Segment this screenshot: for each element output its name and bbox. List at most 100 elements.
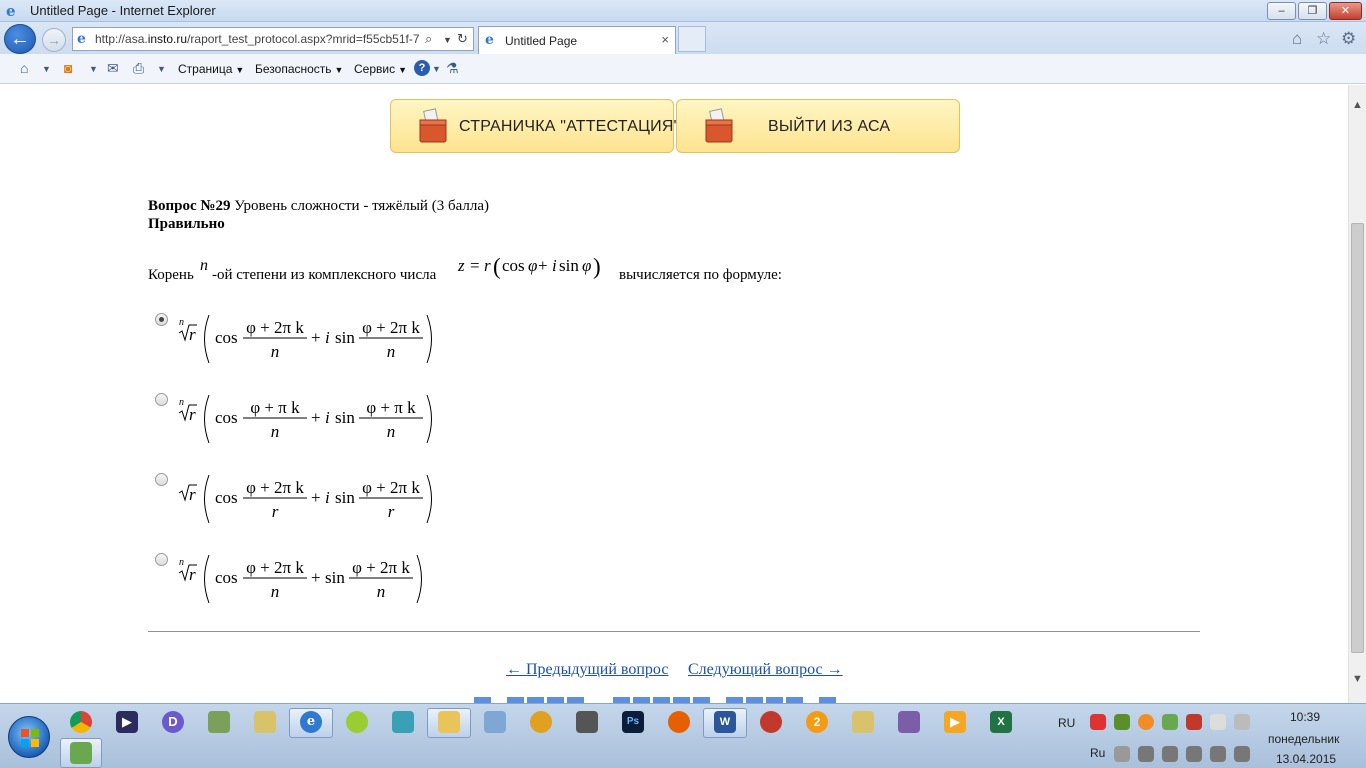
maximize-button[interactable]: ❐ bbox=[1298, 2, 1327, 20]
tray-pen-icon[interactable] bbox=[1234, 714, 1250, 730]
speaker-icon[interactable] bbox=[484, 711, 506, 733]
record-icon[interactable] bbox=[760, 711, 782, 733]
media-player-icon[interactable]: ▶ bbox=[116, 711, 138, 733]
ballot-box-icon bbox=[419, 108, 447, 143]
next-question-link[interactable]: Следующий вопрос → bbox=[688, 661, 843, 679]
dropdown-chevron-icon[interactable]: ▼ bbox=[42, 64, 51, 74]
notes-icon[interactable] bbox=[254, 711, 276, 733]
search-icon[interactable]: ⌕ bbox=[425, 31, 432, 47]
svg-text:+: + bbox=[538, 256, 548, 275]
sin-function: sin bbox=[325, 568, 345, 587]
close-button[interactable]: ✕ bbox=[1329, 2, 1362, 20]
tray-notepad-icon[interactable] bbox=[1210, 714, 1226, 730]
right-paren bbox=[426, 474, 432, 524]
exit-asa-button[interactable]: ВЫЙТИ ИЗ АСА bbox=[676, 99, 960, 153]
minimize-button[interactable]: – bbox=[1267, 2, 1296, 20]
tray-display-icon[interactable] bbox=[1138, 746, 1154, 762]
scrollbar-thumb[interactable] bbox=[1351, 223, 1364, 653]
print-icon[interactable]: ⎙ bbox=[133, 60, 144, 77]
option-3-radio[interactable] bbox=[155, 473, 168, 486]
counter-icon[interactable]: 2 bbox=[806, 711, 828, 733]
home-icon[interactable]: ⌂ bbox=[1292, 29, 1302, 49]
daemon-tools-icon[interactable]: D bbox=[162, 711, 184, 733]
clock-date[interactable]: 13.04.2015 bbox=[1276, 752, 1336, 766]
vertical-scrollbar[interactable]: ▲ ▼ bbox=[1348, 85, 1366, 703]
window-app-icon[interactable] bbox=[392, 711, 414, 733]
option-4-radio[interactable] bbox=[155, 553, 168, 566]
calculator-icon[interactable] bbox=[852, 711, 874, 733]
command-bar: ⌂ ▼ ◙ ▼ ✉ ⎙ ▼ Страница ▼ Безопасность ▼ Се… bbox=[0, 54, 1366, 84]
option-1-radio[interactable] bbox=[155, 313, 168, 326]
tray-minecraft-icon[interactable] bbox=[1162, 714, 1178, 730]
difficulty-level: Уровень сложности - тяжёлый (3 балла) bbox=[234, 198, 489, 214]
answer-option-2[interactable]: n r cos φ + π k n + i sin φ + π kn bbox=[155, 391, 455, 447]
tray-antivirus-icon[interactable] bbox=[1090, 714, 1106, 730]
fraction-denominator: n bbox=[377, 582, 386, 601]
start-button[interactable] bbox=[8, 716, 50, 758]
settings-gear-icon[interactable]: ⚙ bbox=[1341, 29, 1356, 49]
dropdown-chevron-icon[interactable]: ▼ bbox=[157, 64, 166, 74]
previous-question-link[interactable]: ← Предыдущий вопрос bbox=[506, 661, 668, 679]
address-bar[interactable]: e http://asa.insto.ru/raport_test_protoc… bbox=[72, 27, 474, 51]
page-menu[interactable]: Страница ▼ bbox=[178, 62, 244, 76]
chrome-icon[interactable] bbox=[70, 711, 92, 733]
rss-feed-icon[interactable]: ◙ bbox=[64, 60, 72, 76]
tray-tool-icon[interactable] bbox=[1186, 714, 1202, 730]
wifi-icon[interactable] bbox=[346, 711, 368, 733]
window-title-bar: e Untitled Page - Internet Explorer – ❐ … bbox=[0, 0, 1366, 22]
favorites-star-icon[interactable]: ☆ bbox=[1316, 29, 1331, 49]
language-indicator-top[interactable]: RU bbox=[1058, 716, 1075, 730]
cos-function: cos bbox=[215, 488, 238, 507]
excel-icon[interactable]: X bbox=[990, 711, 1012, 733]
dropdown-chevron-icon[interactable]: ▼ bbox=[89, 64, 98, 74]
android-icon[interactable] bbox=[208, 711, 230, 733]
avast-icon[interactable] bbox=[530, 711, 552, 733]
attestation-page-button[interactable]: СТРАНИЧКА "АТТЕСТАЦИЯ" bbox=[390, 99, 679, 153]
video-player-icon[interactable]: ▶ bbox=[944, 711, 966, 733]
answer-option-4[interactable]: n r cos φ + 2π k n + sin φ + 2π kn bbox=[155, 551, 455, 607]
firefox-icon[interactable] bbox=[668, 711, 690, 733]
help-icon[interactable]: ? bbox=[414, 60, 430, 76]
home-icon[interactable]: ⌂ bbox=[20, 60, 28, 76]
dropdown-chevron-icon[interactable]: ▼ bbox=[443, 35, 452, 45]
safety-menu[interactable]: Безопасность ▼ bbox=[255, 62, 343, 76]
clock-weekday[interactable]: понедельник bbox=[1268, 732, 1339, 746]
navigation-bar: ← → e http://asa.insto.ru/raport_test_pr… bbox=[0, 22, 1366, 54]
cos-function: cos bbox=[215, 568, 238, 587]
answer-option-3[interactable]: r cos φ + 2π k r + i sin φ + 2π kr bbox=[155, 471, 455, 527]
tab-close-button[interactable]: × bbox=[661, 32, 669, 47]
tray-power-icon[interactable] bbox=[1210, 746, 1226, 762]
chevron-down-icon: ▼ bbox=[334, 65, 344, 75]
tray-network-signal-icon[interactable] bbox=[1234, 746, 1250, 762]
grass-block-icon bbox=[70, 742, 92, 764]
research-icon[interactable]: ⚗ bbox=[446, 60, 459, 77]
windows-logo-icon bbox=[21, 729, 39, 747]
address-url[interactable]: http://asa.insto.ru/raport_test_protocol… bbox=[95, 32, 425, 46]
tray-action-center-flag-icon[interactable] bbox=[1162, 746, 1178, 762]
tray-odnoklassniki-icon[interactable] bbox=[1138, 714, 1154, 730]
option-4-formula: nr cosφ + 2π kn+ sinφ + 2π kn bbox=[178, 554, 422, 604]
refresh-icon[interactable]: ↻ bbox=[457, 31, 468, 47]
scroll-up-arrow-icon[interactable]: ▲ bbox=[1352, 99, 1363, 111]
language-indicator-bottom[interactable]: Ru bbox=[1090, 746, 1105, 760]
tray-volume-icon[interactable] bbox=[1186, 746, 1202, 762]
option-2-radio[interactable] bbox=[155, 393, 168, 406]
dropdown-chevron-icon[interactable]: ▼ bbox=[432, 64, 441, 74]
mail-icon[interactable]: ✉ bbox=[107, 60, 119, 77]
visual-studio-icon[interactable] bbox=[898, 711, 920, 733]
photoshop-icon[interactable]: Ps bbox=[622, 711, 644, 733]
tray-nvidia-icon[interactable] bbox=[1114, 714, 1130, 730]
fraction-numerator: φ + 2π k bbox=[246, 558, 304, 577]
tray-keyboard-icon[interactable] bbox=[1114, 746, 1130, 762]
answer-option-1[interactable]: n r cos φ + 2π k n + i sin φ + 2π kn bbox=[155, 311, 455, 367]
forward-button[interactable]: → bbox=[42, 28, 66, 52]
clock-time[interactable]: 10:39 bbox=[1290, 710, 1320, 724]
tools-menu[interactable]: Сервис ▼ bbox=[354, 62, 407, 76]
camera-icon[interactable] bbox=[576, 711, 598, 733]
complex-number-formula: z = r ( cos φ + i sin φ ) bbox=[457, 255, 601, 279]
scroll-down-arrow-icon[interactable]: ▼ bbox=[1352, 673, 1363, 685]
back-button[interactable]: ← bbox=[4, 24, 36, 54]
browser-tab[interactable]: e Untitled Page × bbox=[478, 26, 676, 54]
radicand: r bbox=[189, 405, 196, 424]
new-tab-button[interactable] bbox=[678, 26, 706, 52]
